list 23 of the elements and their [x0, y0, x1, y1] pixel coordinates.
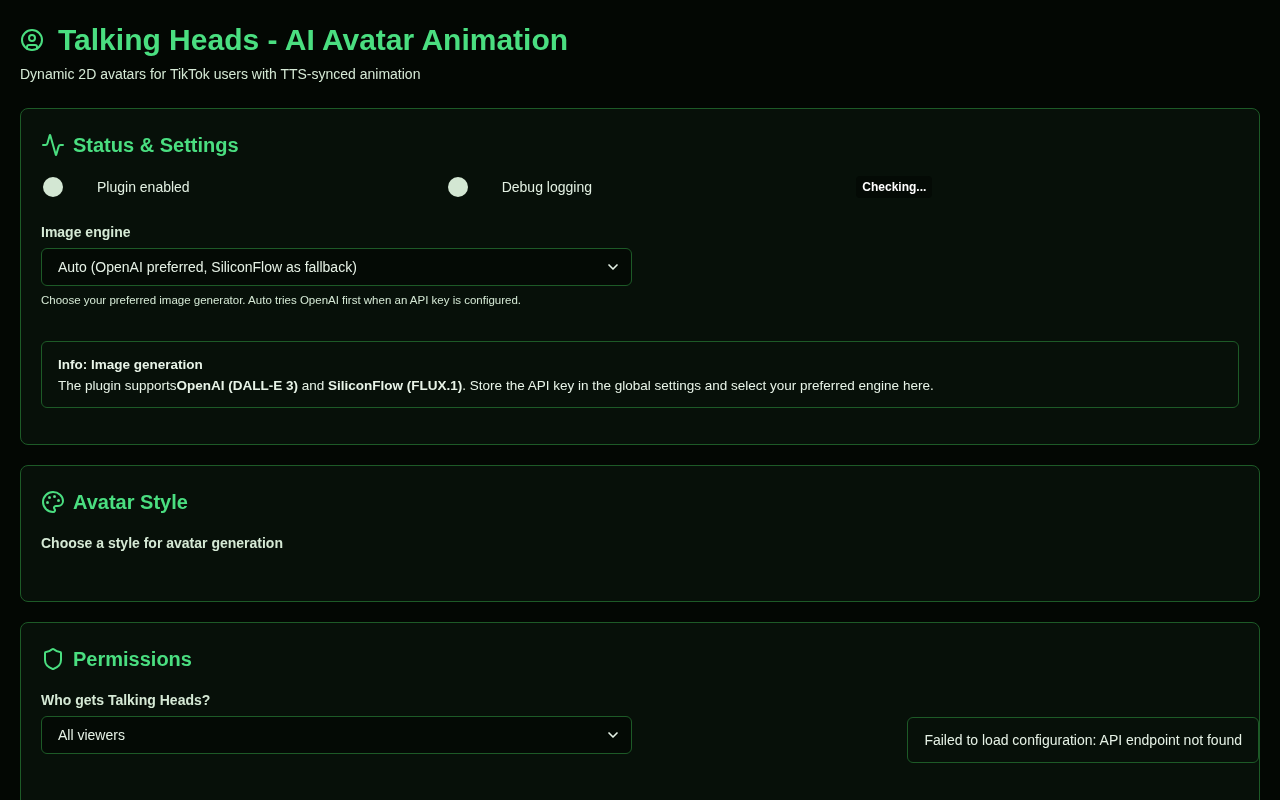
section-title: Permissions: [73, 647, 192, 672]
page-subtitle: Dynamic 2D avatars for TikTok users with TTS-synced animation: [20, 65, 422, 84]
section-title: Avatar Style: [73, 490, 188, 515]
connection-status: Checking...: [856, 176, 933, 198]
shield-icon: [41, 647, 65, 671]
info-title: Info: Image generation: [58, 356, 204, 374]
engine-select[interactable]: Auto (OpenAI preferred, SiliconFlow as fallback): [41, 248, 632, 286]
viewer-select[interactable]: All viewers: [41, 716, 632, 754]
user-circle-icon: [20, 28, 44, 52]
field-label: Choose a style for avatar generation: [41, 534, 284, 553]
field-hint: Choose your preferred image generator. Auto tries OpenAI first when an API key is configured.: [41, 293, 523, 308]
error-toast: Failed to load configuration: API endpoint not found: [907, 717, 1259, 763]
toggle-label: Debug logging: [501, 178, 592, 197]
section-title: Status & Settings: [73, 133, 239, 158]
toggle-label: Plugin enabled: [97, 178, 190, 197]
page-title: Talking Heads - AI Avatar Animation: [58, 22, 569, 58]
palette-icon: [41, 490, 65, 514]
field-label: Who gets Talking Heads?: [41, 691, 212, 710]
toggle-switch[interactable]: [43, 177, 63, 197]
toggle-switch[interactable]: [447, 177, 468, 197]
field-label: Image engine: [41, 223, 132, 242]
info-text: The plugin supportsOpenAI (DALL-E 3) and SiliconFlow (FLUX.1). Store the API key in the global settings and select your preferred engine here.: [58, 377, 935, 395]
pulse-icon: [41, 133, 65, 157]
